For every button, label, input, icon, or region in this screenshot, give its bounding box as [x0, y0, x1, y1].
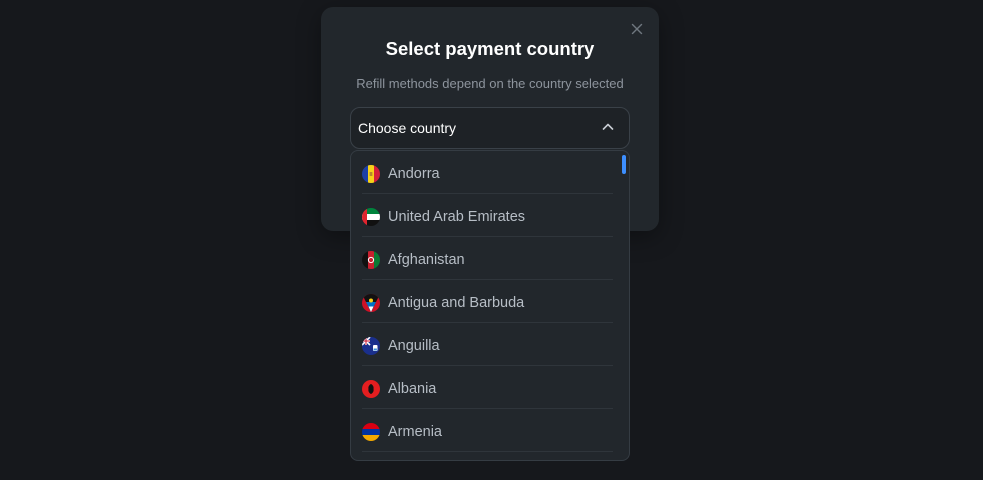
antigua-flag-icon: [362, 294, 380, 312]
divider: [362, 451, 613, 452]
modal-subtitle: Refill methods depend on the country sel…: [356, 76, 624, 91]
country-name: Andorra: [388, 166, 440, 182]
andorra-flag-icon: [362, 165, 380, 183]
country-name: Afghanistan: [388, 252, 465, 268]
country-name: Armenia: [388, 424, 442, 440]
albania-flag-icon: [362, 380, 380, 398]
country-name: Antigua and Barbuda: [388, 295, 525, 311]
uae-flag-icon: [362, 208, 380, 226]
country-option-andorra[interactable]: Andorra: [351, 151, 613, 194]
country-option-anguilla[interactable]: Anguilla: [351, 323, 613, 366]
dropdown-scrollbar[interactable]: [622, 155, 626, 174]
country-select-label: Choose country: [358, 120, 457, 136]
chevron-up-icon: [602, 123, 614, 130]
close-icon: [631, 23, 643, 35]
country-dropdown-list[interactable]: Andorra United Arab Emirates Afghanistan: [350, 150, 630, 461]
country-option-albania[interactable]: Albania: [351, 366, 613, 409]
modal-title: Select payment country: [385, 38, 595, 59]
country-option-antigua-and-barbuda[interactable]: Antigua and Barbuda: [351, 280, 613, 323]
country-name: Anguilla: [388, 338, 440, 354]
country-name: United Arab Emirates: [388, 209, 526, 225]
close-button[interactable]: [629, 21, 645, 37]
country-select[interactable]: Choose country: [350, 107, 630, 149]
country-name: Albania: [388, 381, 437, 397]
country-option-armenia[interactable]: Armenia: [351, 409, 613, 452]
country-option-united-arab-emirates[interactable]: United Arab Emirates: [351, 194, 613, 237]
afghanistan-flag-icon: [362, 251, 380, 269]
anguilla-flag-icon: [362, 337, 380, 355]
country-option-afghanistan[interactable]: Afghanistan: [351, 237, 613, 280]
armenia-flag-icon: [362, 423, 380, 441]
